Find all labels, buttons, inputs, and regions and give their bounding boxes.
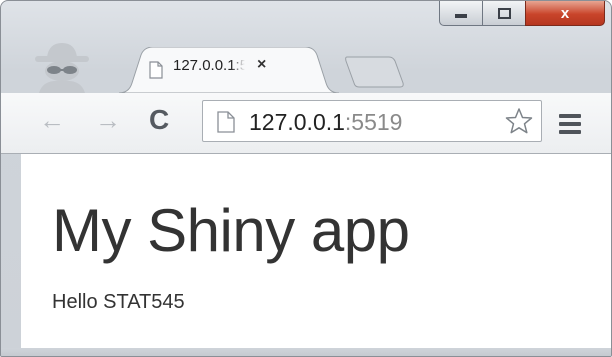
page-content: My Shiny app Hello STAT545 xyxy=(21,154,611,348)
url-port: :5519 xyxy=(344,109,403,135)
minimize-icon xyxy=(455,14,467,18)
page-text: Hello STAT545 xyxy=(52,291,185,313)
tab-active[interactable]: 127.0.0.1:5519 × xyxy=(119,47,339,93)
forward-button[interactable]: → xyxy=(95,105,121,135)
page-icon xyxy=(149,61,163,79)
url-text: 127.0.0.1:5519 xyxy=(249,109,402,136)
tab-close-button[interactable]: × xyxy=(257,56,266,74)
page-icon xyxy=(217,111,235,133)
maximize-icon xyxy=(497,7,511,19)
menu-bar xyxy=(559,130,581,134)
window-controls: x xyxy=(439,1,605,28)
back-button[interactable]: ← xyxy=(39,105,65,135)
address-bar[interactable]: 127.0.0.1:5519 xyxy=(202,100,542,142)
new-tab-button[interactable] xyxy=(345,56,405,88)
browser-window: x 127.0.0.1:5519 × ← → C 127.0.0.1:5519 xyxy=(0,0,612,357)
star-icon[interactable] xyxy=(505,107,533,135)
reload-button[interactable]: C xyxy=(149,105,169,135)
url-host: 127.0.0.1 xyxy=(249,109,345,135)
tab-title: 127.0.0.1:5519 xyxy=(173,57,245,74)
close-icon: x xyxy=(560,4,570,22)
maximize-button[interactable] xyxy=(482,1,525,26)
hamburger-menu-icon[interactable] xyxy=(559,114,581,138)
close-window-button[interactable]: x xyxy=(525,1,605,26)
minimize-button[interactable] xyxy=(439,1,482,26)
page-title: My Shiny app xyxy=(52,197,410,264)
incognito-icon xyxy=(35,43,89,93)
menu-bar xyxy=(559,122,581,126)
browser-toolbar: ← → C 127.0.0.1:5519 xyxy=(1,93,611,154)
window-bottom-border xyxy=(1,348,611,356)
menu-bar xyxy=(559,114,581,118)
